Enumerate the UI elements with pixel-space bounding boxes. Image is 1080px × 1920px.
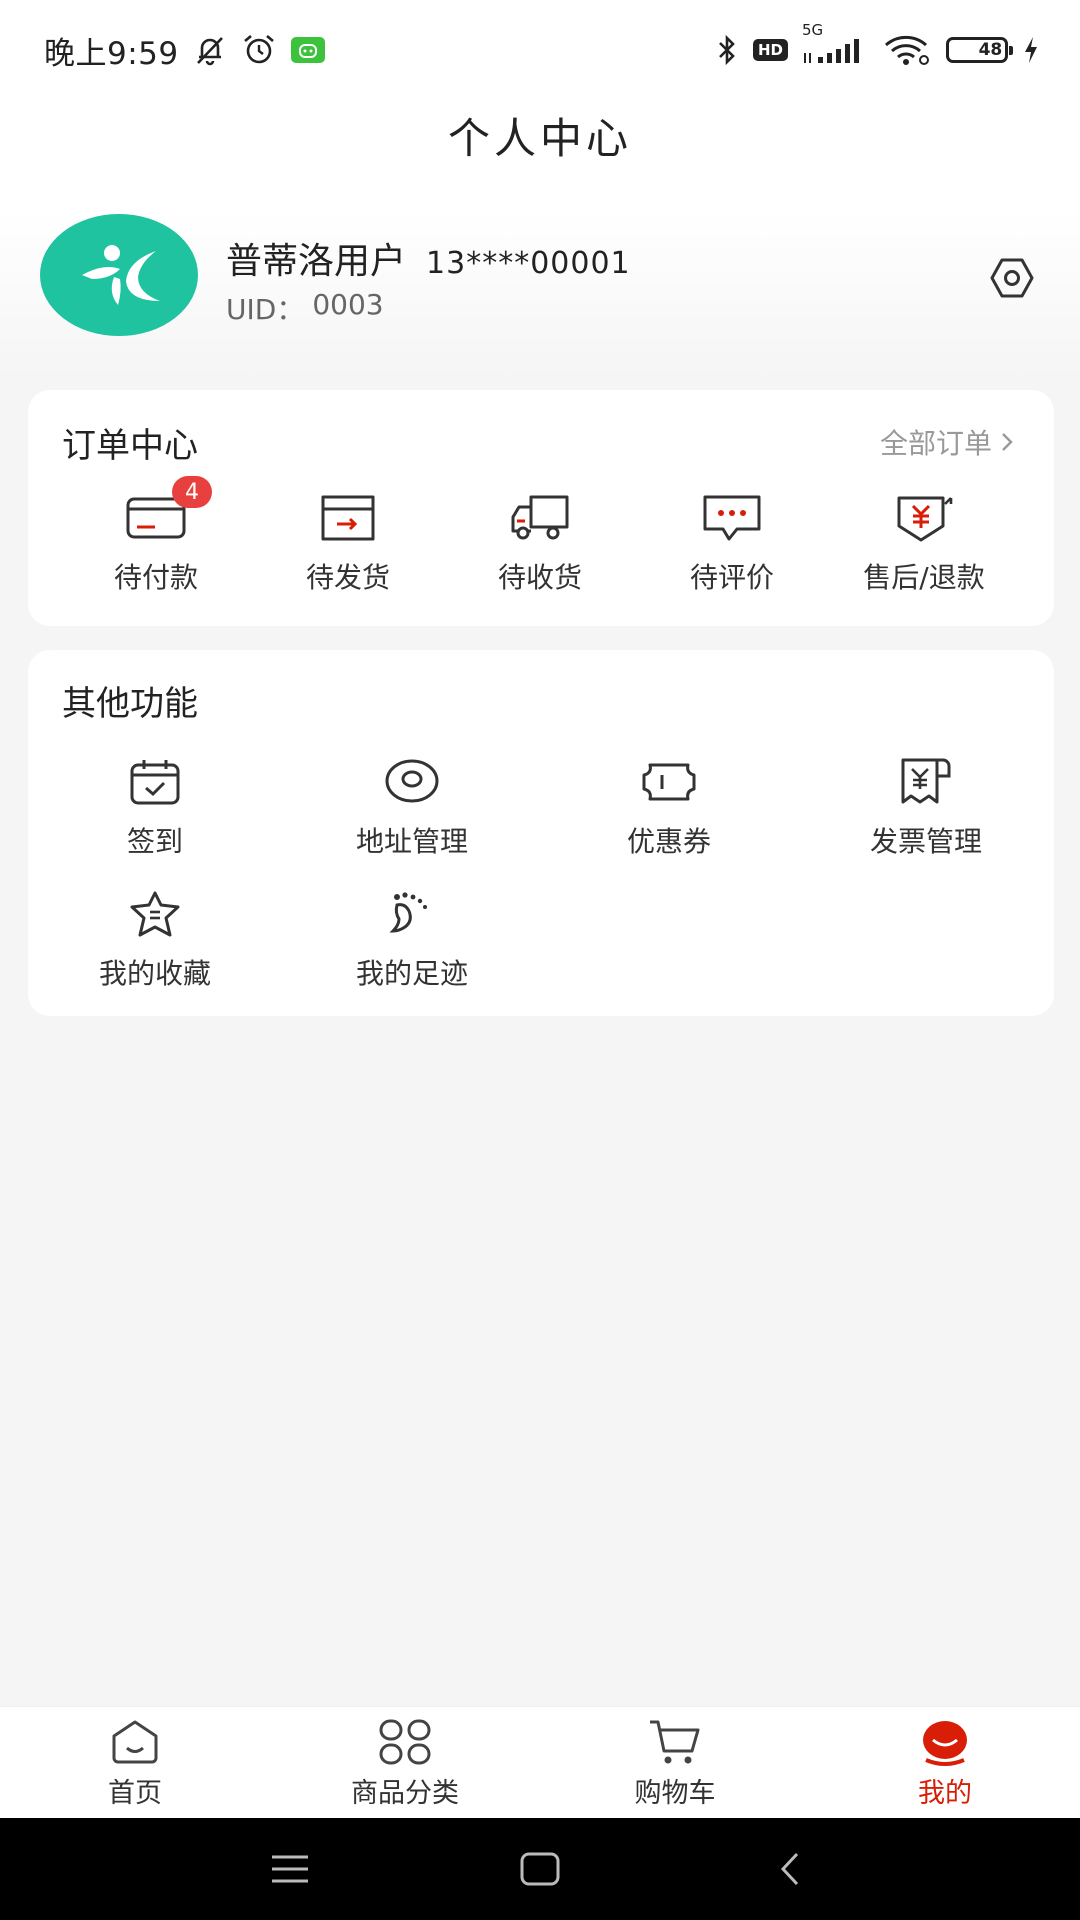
alarm-icon (241, 33, 277, 67)
chat-icon (700, 490, 764, 546)
settings-hexagon-icon (990, 258, 1034, 298)
func-item-label: 优惠券 (626, 825, 711, 858)
box-icon (316, 490, 380, 546)
uid-value: 0003 (312, 288, 384, 321)
order-center-card: 订单中心 全部订单 4 待付款 待发货 待收货 待评价 售后/退款 (28, 390, 1054, 626)
coupon-icon (639, 754, 699, 810)
chevron-right-icon (1002, 433, 1013, 451)
truck-icon (508, 490, 572, 546)
func-footprints[interactable]: 我的足迹 (312, 886, 512, 996)
order-pending-receipt[interactable]: 待收货 (450, 490, 630, 610)
tab-home[interactable]: 首页 (35, 1715, 235, 1815)
other-functions-card: 其他功能 签到 地址管理 优惠券 发票管理 我的收藏 我的足迹 (28, 650, 1054, 1016)
category-icon (377, 1715, 433, 1769)
func-item-label: 地址管理 (355, 825, 468, 858)
profile-icon (917, 1715, 973, 1769)
location-icon (382, 754, 442, 810)
user-name: 普蒂洛用户 (226, 241, 407, 282)
battery-indicator: 48 (946, 37, 1013, 63)
calendar-check-icon (125, 754, 185, 810)
order-pending-shipment[interactable]: 待发货 (258, 490, 438, 610)
order-status-list: 4 待付款 待发货 待收货 待评价 售后/退款 (28, 476, 1054, 610)
func-address[interactable]: 地址管理 (312, 754, 512, 864)
avatar[interactable] (40, 214, 198, 336)
system-navigation-bar (0, 1818, 1080, 1920)
order-item-label: 售后/退款 (863, 561, 985, 594)
charging-icon (1022, 35, 1040, 65)
func-item-label: 我的收藏 (98, 957, 211, 990)
cellular-signal-icon: 5G (802, 21, 868, 67)
bluetooth-icon (715, 33, 739, 67)
func-favorites[interactable]: 我的收藏 (55, 886, 255, 996)
func-item-label: 签到 (126, 825, 183, 858)
hd-icon: HD (752, 39, 788, 61)
refund-icon (892, 490, 956, 546)
invoice-icon (896, 754, 956, 810)
order-item-label: 待收货 (497, 561, 582, 594)
tab-mine[interactable]: 我的 (845, 1715, 1045, 1815)
func-item-label: 我的足迹 (355, 957, 468, 990)
all-orders-link[interactable]: 全部订单 (880, 422, 1014, 462)
pending-payment-badge: 4 (172, 476, 212, 508)
battery-level: 48 (978, 40, 1003, 60)
bell-off-icon (193, 33, 227, 67)
func-coupon[interactable]: 优惠券 (569, 754, 769, 864)
user-uid: UID： 0003 (226, 288, 384, 328)
order-pending-payment[interactable]: 4 待付款 (66, 476, 246, 610)
order-item-label: 待评价 (689, 561, 774, 594)
home-button-icon[interactable] (510, 1844, 570, 1894)
order-center-title: 订单中心 (62, 426, 198, 466)
order-item-label: 待付款 (113, 561, 198, 594)
all-orders-label: 全部订单 (879, 427, 992, 460)
status-time: 晚上9:59 (44, 35, 179, 72)
app-notification-icon (290, 37, 325, 63)
star-icon (125, 886, 185, 942)
back-icon[interactable] (760, 1844, 820, 1894)
footprint-icon (382, 886, 442, 942)
tab-label: 我的 (918, 1778, 972, 1809)
tab-label: 购物车 (634, 1778, 716, 1809)
func-sign-in[interactable]: 签到 (55, 754, 255, 864)
uid-label: UID： (226, 293, 305, 326)
tab-cart[interactable]: 购物车 (575, 1715, 775, 1815)
order-after-sale[interactable]: 售后/退款 (834, 490, 1014, 610)
wifi-icon (882, 33, 932, 67)
order-pending-review[interactable]: 待评价 (642, 490, 822, 610)
func-invoice[interactable]: 发票管理 (826, 754, 1026, 864)
settings-button[interactable] (986, 252, 1038, 304)
home-icon (107, 1715, 163, 1769)
order-item-label: 待发货 (305, 561, 390, 594)
status-bar: 晚上9:59 HD 5G 48 (0, 0, 1080, 100)
user-name-row: 普蒂洛用户 13****00001 (226, 232, 631, 284)
user-phone: 13****00001 (426, 246, 631, 281)
other-functions-title: 其他功能 (62, 684, 198, 724)
tab-label: 首页 (108, 1778, 162, 1809)
card-icon: 4 (124, 476, 212, 546)
tab-category[interactable]: 商品分类 (305, 1715, 505, 1815)
bottom-tab-bar: 首页 商品分类 购物车 我的 (0, 1706, 1080, 1818)
menu-icon[interactable] (260, 1844, 320, 1894)
cart-icon (647, 1715, 703, 1769)
network-type: 5G (802, 21, 824, 39)
tab-label: 商品分类 (351, 1778, 459, 1809)
page-title: 个人中心 (447, 114, 632, 163)
brand-logo-icon (82, 245, 160, 305)
func-item-label: 发票管理 (869, 825, 982, 858)
